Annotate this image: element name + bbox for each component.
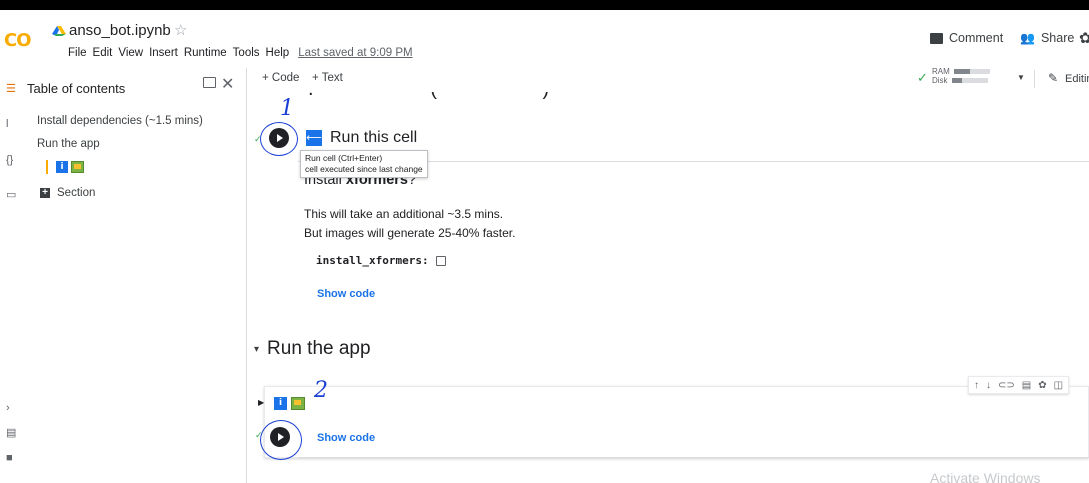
toc-active-marker <box>46 160 48 174</box>
info-emoji-icon: i <box>56 161 68 173</box>
chevron-down-icon[interactable]: ▼ <box>1017 73 1025 82</box>
info-line-2: But images will generate 25-40% faster. <box>304 226 516 240</box>
toc-item-install[interactable]: Install dependencies (~1.5 mins) <box>37 115 203 127</box>
cell-settings-icon[interactable]: ✿ <box>1038 380 1046 391</box>
disk-bar <box>951 78 988 84</box>
arrow-emoji-icon: ⟵ <box>306 130 322 146</box>
menu-icon[interactable]: ☰ <box>6 82 16 95</box>
move-down-icon[interactable]: ↓ <box>986 380 991 391</box>
toc-title: Table of contents <box>27 81 126 96</box>
last-saved-link[interactable]: Last saved at 9:09 PM <box>298 47 412 59</box>
menu-tools[interactable]: Tools <box>233 47 260 59</box>
comment-icon <box>930 32 943 44</box>
share-button[interactable]: 👥 Share <box>1020 31 1074 45</box>
notebook-main: . ( ) ✓ 1 ⟵ Run this cell Run cell (Ctrl… <box>248 92 1089 483</box>
add-section-icon[interactable]: + <box>40 188 50 198</box>
terminal-icon[interactable]: ■ <box>6 452 13 464</box>
info-line-1: This will take an additional ~3.5 mins. <box>304 207 504 221</box>
gear-icon[interactable]: ✿ <box>1079 29 1089 47</box>
ram-fill <box>953 69 970 75</box>
info-emoji-icon-2: i <box>274 397 287 410</box>
editing-mode-label[interactable]: Editin <box>1065 73 1089 85</box>
mirror-cell-icon[interactable]: ◫ <box>1054 380 1063 391</box>
open-in-tab-icon[interactable] <box>203 77 216 88</box>
colab-header: CO anso_bot.ipynb ☆ File Edit View Inser… <box>0 10 1089 68</box>
code-snippets-icon[interactable]: › <box>6 402 10 414</box>
collapse-caret-icon[interactable]: ▾ <box>254 344 259 355</box>
add-section-label[interactable]: Section <box>57 187 95 199</box>
toc-item-run-app[interactable]: Run the app <box>37 138 100 150</box>
annotation-number-2: 2 <box>314 378 328 403</box>
run-cell-tooltip: Run cell (Ctrl+Enter) cell executed sinc… <box>300 150 428 178</box>
show-code-link[interactable]: Show code <box>317 288 375 300</box>
show-code-link-2[interactable]: Show code <box>317 432 375 444</box>
menu-help[interactable]: Help <box>266 47 290 59</box>
install-xformers-checkbox[interactable] <box>435 255 446 266</box>
colab-logo[interactable]: CO <box>4 30 31 51</box>
toc-item-emoji[interactable]: i <box>46 160 84 174</box>
comment-label: Comment <box>949 31 1004 45</box>
command-palette-icon[interactable]: ▤ <box>6 426 16 439</box>
ram-label: RAM <box>932 67 950 76</box>
move-up-icon[interactable]: ↑ <box>974 380 979 391</box>
files-icon[interactable]: ▭ <box>6 188 16 201</box>
search-icon[interactable]: Ɩ <box>6 118 8 130</box>
menu-file[interactable]: File <box>68 47 87 59</box>
comment-cell-icon[interactable]: ▤ <box>1022 380 1031 391</box>
run-this-cell-heading: Run this cell <box>330 129 418 146</box>
ram-bar <box>953 69 990 75</box>
menu-view[interactable]: View <box>118 47 143 59</box>
disk-label: Disk <box>932 76 948 85</box>
annotation-number-1: 1 <box>280 96 294 121</box>
expand-triangle-icon[interactable]: ▶ <box>258 398 264 407</box>
picture-emoji-icon <box>71 161 84 173</box>
partial-heading-offscreen: . ( ) <box>308 92 549 101</box>
drive-icon <box>52 26 66 36</box>
close-icon[interactable]: ✕ <box>221 74 234 94</box>
menu-edit[interactable]: Edit <box>93 47 113 59</box>
add-text-button[interactable]: + Text <box>312 72 343 84</box>
menu-runtime[interactable]: Runtime <box>184 47 227 59</box>
resource-monitor[interactable]: RAM Disk <box>932 67 990 85</box>
pencil-icon: ✎ <box>1048 71 1059 85</box>
menu-bar: File Edit View Insert Runtime Tools Help… <box>68 47 413 59</box>
variables-icon[interactable]: {} <box>6 154 13 166</box>
form-field-label: install_xformers: <box>316 254 429 267</box>
tooltip-line-1: Run cell (Ctrl+Enter) <box>305 153 383 163</box>
section-title: Run the app <box>267 338 371 359</box>
code-cell-2[interactable] <box>264 386 1089 458</box>
top-black-bar <box>0 0 1089 10</box>
tooltip-line-2: cell executed since last change <box>305 164 423 174</box>
toc-sidebar: ☰ Ɩ {} ▭ › ▤ ■ Table of contents ✕ Insta… <box>0 68 247 483</box>
menu-insert[interactable]: Insert <box>149 47 178 59</box>
people-icon: 👥 <box>1020 31 1035 45</box>
annotation-circle-2 <box>260 420 302 460</box>
connected-check-icon: ✓ <box>917 70 928 85</box>
share-label: Share <box>1040 31 1075 45</box>
toolbar-divider <box>1034 70 1035 88</box>
notebook-title[interactable]: anso_bot.ipynb <box>69 22 171 39</box>
activate-windows-watermark: Activate Windows <box>930 470 1041 483</box>
picture-emoji-icon-2 <box>291 397 305 410</box>
install-xformers-field: install_xformers: <box>316 254 446 267</box>
cell-toolbar: ↑ ↓ ⊂⊃ ▤ ✿ ◫ <box>968 376 1070 394</box>
star-icon[interactable]: ☆ <box>174 21 187 39</box>
annotation-circle-1 <box>260 122 298 156</box>
disk-fill <box>951 78 963 84</box>
run-the-app-section[interactable]: ▾ Run the app <box>254 338 371 360</box>
cell-divider-2 <box>298 457 1089 458</box>
comment-button[interactable]: Comment <box>930 31 1003 45</box>
link-icon[interactable]: ⊂⊃ <box>998 380 1015 391</box>
add-code-button[interactable]: + Code <box>262 72 299 84</box>
